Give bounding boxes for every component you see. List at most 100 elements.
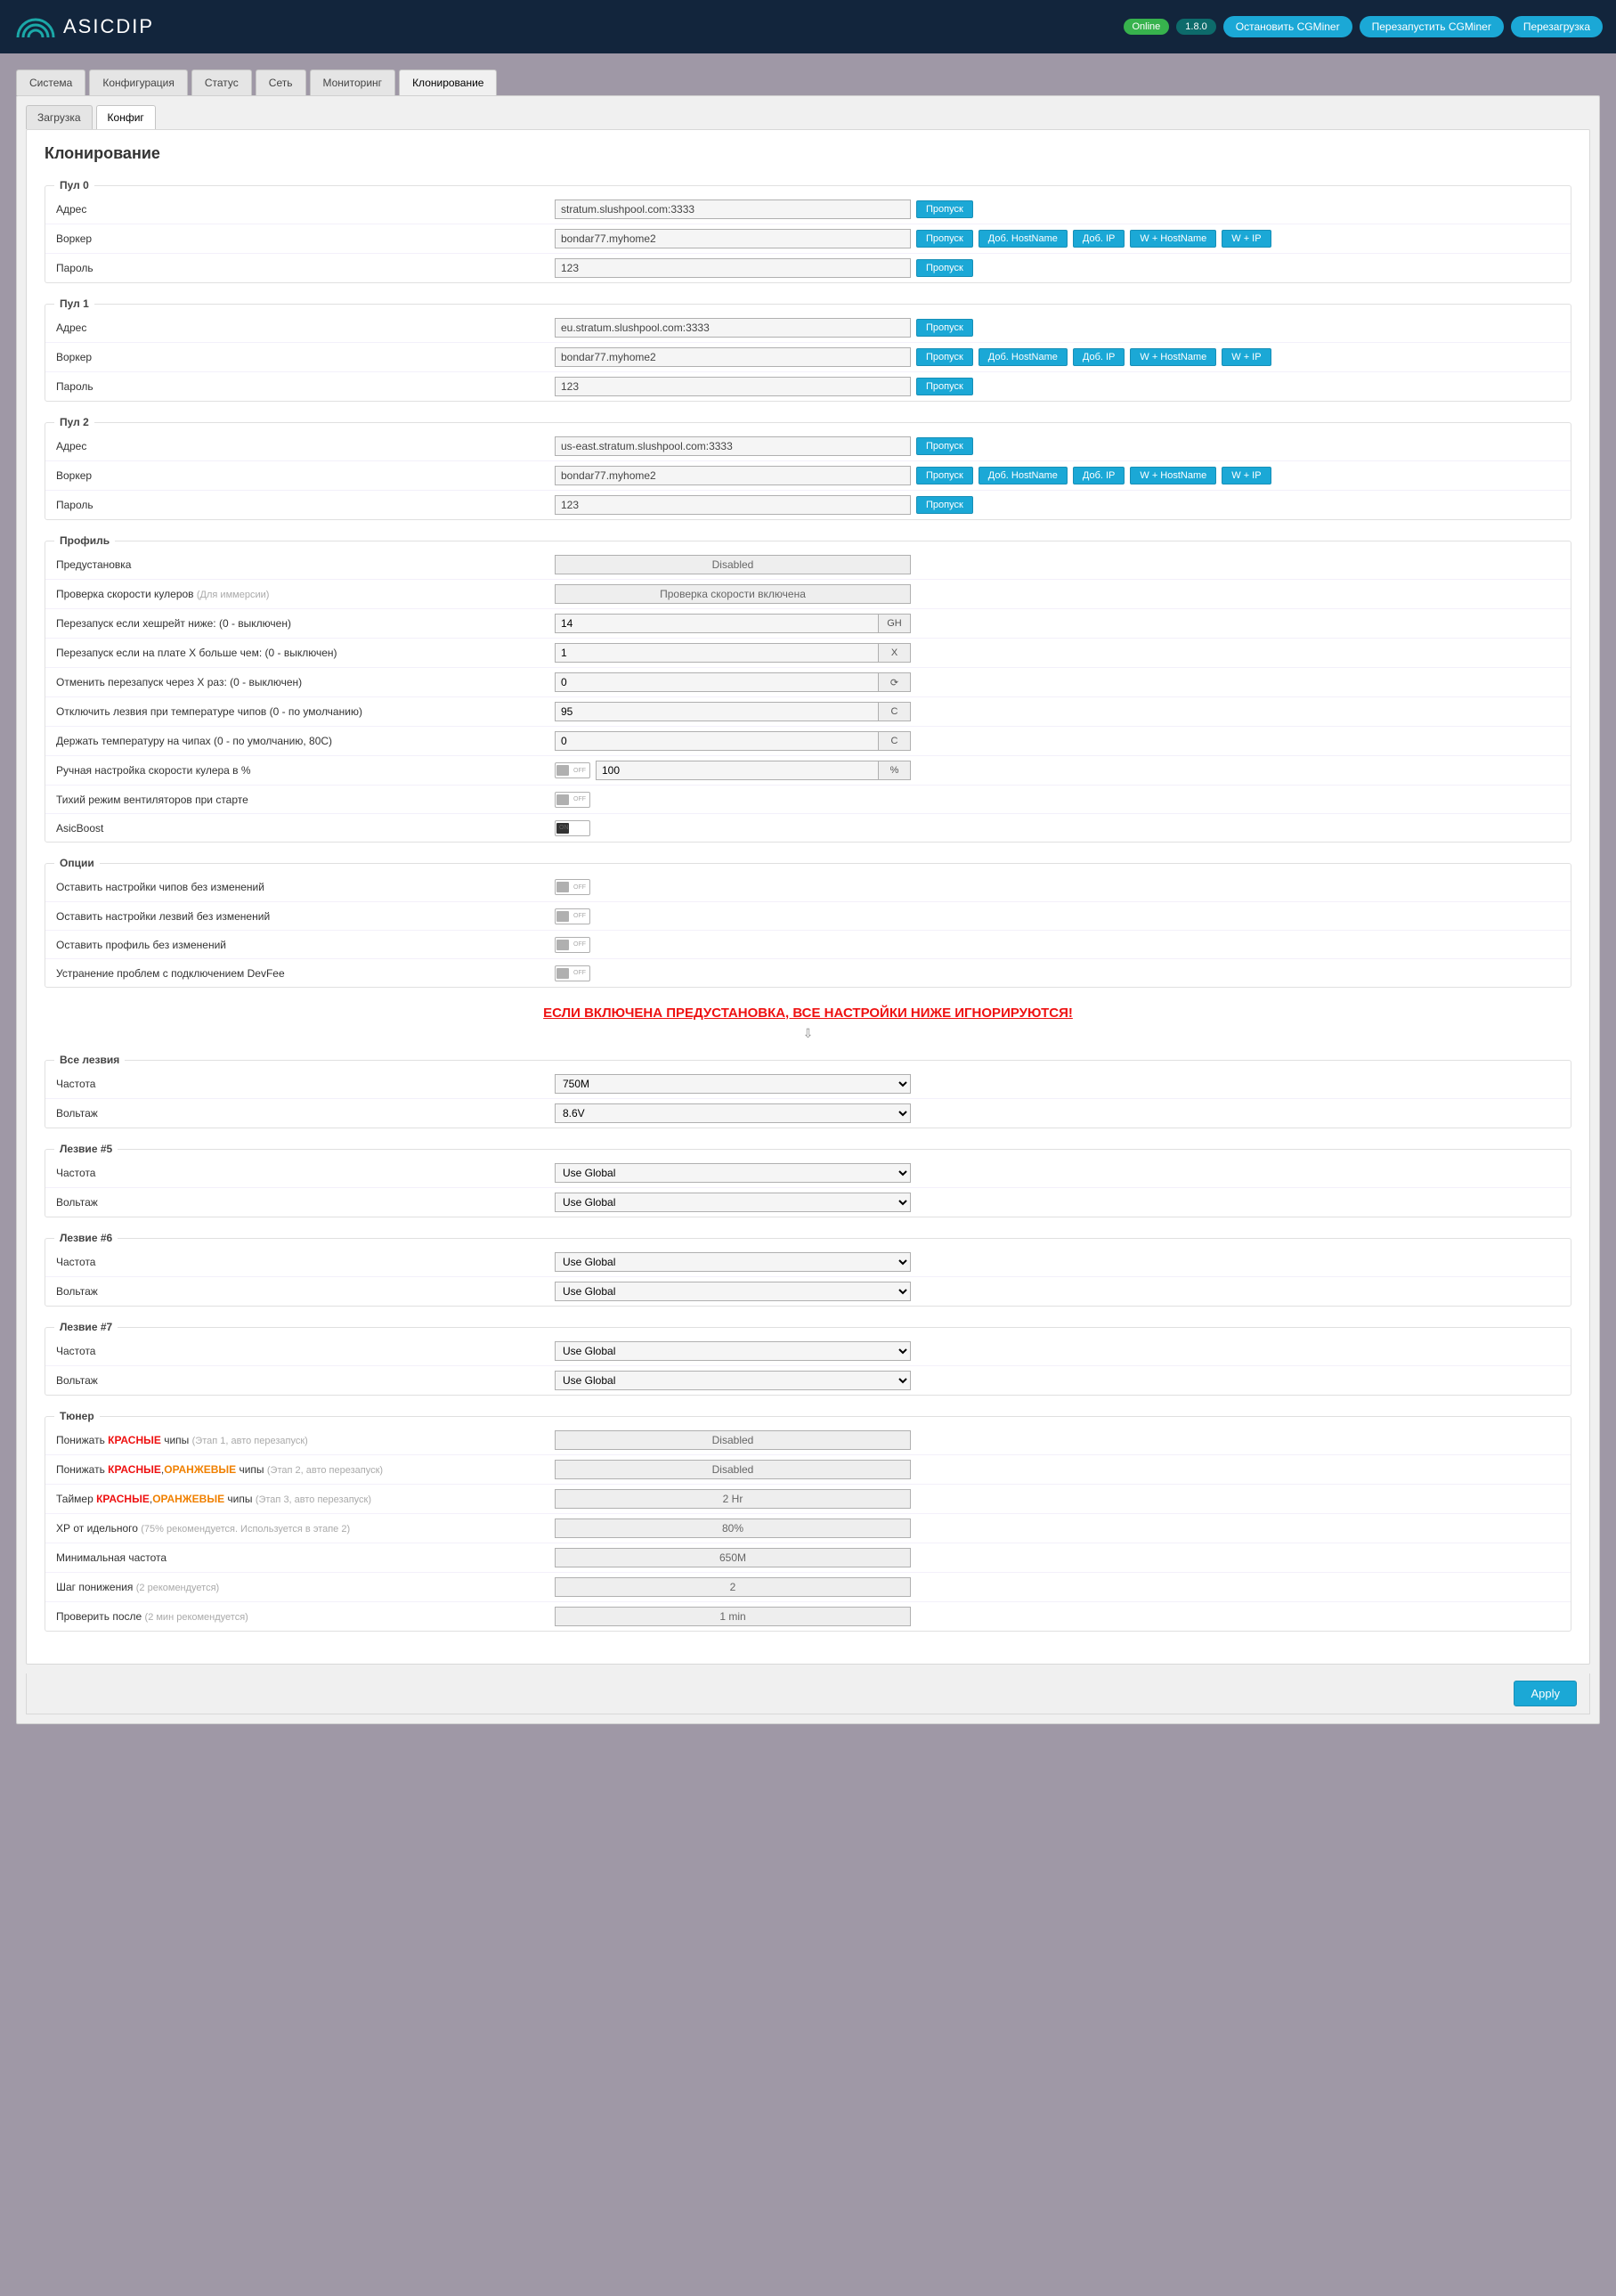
page-title: Клонирование xyxy=(45,144,1571,163)
cancel-restart-input[interactable] xyxy=(555,672,879,692)
all-freq-select[interactable]: 750M xyxy=(555,1074,911,1094)
tuner-timer-value[interactable]: 2 Hr xyxy=(555,1489,911,1509)
restart-hash-input[interactable] xyxy=(555,614,879,633)
pool-2-row-1-btn-4[interactable]: W + IP xyxy=(1222,467,1271,484)
asicboost-toggle[interactable]: ON xyxy=(555,820,590,836)
arrow-down-icon: ⇩ xyxy=(45,1026,1571,1041)
restart-x-input[interactable] xyxy=(555,643,879,663)
blade-2-fieldset: Лезвие #7ЧастотаUse GlobalВольтажUse Glo… xyxy=(45,1321,1571,1396)
chip-temp-label: Держать температуру на чипах (0 - по умо… xyxy=(56,735,555,747)
blade-2-volt-label: Вольтаж xyxy=(56,1374,555,1387)
blade-2-freq-select[interactable]: Use Global xyxy=(555,1341,911,1361)
pool-1-row-2-btn-0[interactable]: Пропуск xyxy=(916,378,973,395)
devfee-toggle[interactable]: OFF xyxy=(555,965,590,981)
primary-tab-1[interactable]: Конфигурация xyxy=(89,69,188,95)
pool-1-row-0-btn-0[interactable]: Пропуск xyxy=(916,319,973,337)
blade-1-freq-label: Частота xyxy=(56,1256,555,1268)
pool-0-row-0-label: Адрес xyxy=(56,203,555,216)
tuner-hr-value[interactable]: 80% xyxy=(555,1518,911,1538)
pool-1-row-1-input[interactable] xyxy=(555,347,911,367)
pool-2-row-2-input[interactable] xyxy=(555,495,911,515)
chip-temp-unit: C xyxy=(879,731,911,751)
apply-button[interactable]: Apply xyxy=(1514,1681,1577,1706)
tuner-minfreq-value[interactable]: 650M xyxy=(555,1548,911,1567)
primary-tab-5[interactable]: Клонирование xyxy=(399,69,497,95)
pool-1-row-0-input[interactable] xyxy=(555,318,911,338)
primary-tab-2[interactable]: Статус xyxy=(191,69,252,95)
pool-0-fieldset: Пул 0АдресПропускВоркерПропускДоб. HostN… xyxy=(45,179,1571,283)
chip-temp-input[interactable] xyxy=(555,731,879,751)
keep-chips-label: Оставить настройки чипов без изменений xyxy=(56,881,555,893)
keep-profile-toggle[interactable]: OFF xyxy=(555,937,590,953)
fan-manual-label: Ручная настройка скорости кулера в % xyxy=(56,764,555,777)
tuner-step2-value[interactable]: Disabled xyxy=(555,1460,911,1479)
pool-0-row-0-input[interactable] xyxy=(555,199,911,219)
blade-2-volt-select[interactable]: Use Global xyxy=(555,1371,911,1390)
pool-0-row-1-btn-4[interactable]: W + IP xyxy=(1222,230,1271,248)
pool-0-row-2-input[interactable] xyxy=(555,258,911,278)
pool-2-row-1-btn-1[interactable]: Доб. HostName xyxy=(979,467,1068,484)
pool-2-row-0-label: Адрес xyxy=(56,440,555,452)
restart-cgminer-button[interactable]: Перезапустить CGMiner xyxy=(1360,16,1504,37)
pool-0-row-1-btn-2[interactable]: Доб. IP xyxy=(1073,230,1125,248)
pool-0-row-1-input[interactable] xyxy=(555,229,911,248)
pool-2-row-0-input[interactable] xyxy=(555,436,911,456)
keep-blades-toggle[interactable]: OFF xyxy=(555,908,590,924)
blade-1-freq-select[interactable]: Use Global xyxy=(555,1252,911,1272)
pool-1-row-1-btn-0[interactable]: Пропуск xyxy=(916,348,973,366)
pool-2-row-2-btn-0[interactable]: Пропуск xyxy=(916,496,973,514)
stop-cgminer-button[interactable]: Остановить CGMiner xyxy=(1223,16,1352,37)
pool-1-row-2-label: Пароль xyxy=(56,380,555,393)
primary-tab-3[interactable]: Сеть xyxy=(256,69,306,95)
secondary-tab-0[interactable]: Загрузка xyxy=(26,105,93,129)
pool-2-row-1-btn-2[interactable]: Доб. IP xyxy=(1073,467,1125,484)
tuner-step1-value[interactable]: Disabled xyxy=(555,1430,911,1450)
pool-0-row-1-btn-1[interactable]: Доб. HostName xyxy=(979,230,1068,248)
blade-off-unit: C xyxy=(879,702,911,721)
fan-manual-unit: % xyxy=(879,761,911,780)
pool-2-row-0-btn-0[interactable]: Пропуск xyxy=(916,437,973,455)
pool-0-row-1-btn-3[interactable]: W + HostName xyxy=(1130,230,1216,248)
primary-tabs: СистемаКонфигурацияСтатусСетьМониторингК… xyxy=(16,69,1600,95)
pool-0-row-2-btn-0[interactable]: Пропуск xyxy=(916,259,973,277)
pool-2-row-1-btn-0[interactable]: Пропуск xyxy=(916,467,973,484)
reboot-button[interactable]: Перезагрузка xyxy=(1511,16,1603,37)
tuner-check-value[interactable]: 1 min xyxy=(555,1607,911,1626)
restart-hash-label: Перезапуск если хешрейт ниже: (0 - выклю… xyxy=(56,617,555,630)
primary-tab-0[interactable]: Система xyxy=(16,69,85,95)
pool-0-row-0-btn-0[interactable]: Пропуск xyxy=(916,200,973,218)
logo-text: ASICDIP xyxy=(63,15,154,38)
pool-0-row-1-btn-0[interactable]: Пропуск xyxy=(916,230,973,248)
pool-1-row-1-btn-1[interactable]: Доб. HostName xyxy=(979,348,1068,366)
fan-manual-toggle[interactable]: OFF xyxy=(555,762,590,778)
pool-1-row-2-input[interactable] xyxy=(555,377,911,396)
pool-2-row-1-input[interactable] xyxy=(555,466,911,485)
blade-1-volt-select[interactable]: Use Global xyxy=(555,1282,911,1301)
refresh-icon[interactable]: ⟳ xyxy=(879,672,911,692)
preset-value[interactable]: Disabled xyxy=(555,555,911,574)
pool-1-row-1-btn-4[interactable]: W + IP xyxy=(1222,348,1271,366)
pool-1-row-1-btn-2[interactable]: Доб. IP xyxy=(1073,348,1125,366)
tuner-step-value[interactable]: 2 xyxy=(555,1577,911,1597)
blade-off-input[interactable] xyxy=(555,702,879,721)
blade-0-freq-label: Частота xyxy=(56,1167,555,1179)
footer-bar: Apply xyxy=(26,1673,1590,1714)
secondary-tab-1[interactable]: Конфиг xyxy=(96,105,156,129)
fan-manual-input[interactable] xyxy=(596,761,879,780)
tuner-legend: Тюнер xyxy=(54,1410,100,1422)
blade-2-legend: Лезвие #7 xyxy=(54,1321,118,1333)
blade-0-freq-select[interactable]: Use Global xyxy=(555,1163,911,1183)
asicboost-label: AsicBoost xyxy=(56,822,555,835)
blade-0-volt-select[interactable]: Use Global xyxy=(555,1193,911,1212)
keep-chips-toggle[interactable]: OFF xyxy=(555,879,590,895)
all-volt-label: Вольтаж xyxy=(56,1107,555,1120)
content: Клонирование Пул 0АдресПропускВоркерПроп… xyxy=(26,129,1590,1665)
quiet-fan-toggle[interactable]: OFF xyxy=(555,792,590,808)
all-volt-select[interactable]: 8.6V xyxy=(555,1103,911,1123)
profile-legend: Профиль xyxy=(54,534,115,547)
pool-2-row-1-btn-3[interactable]: W + HostName xyxy=(1130,467,1216,484)
pool-1-row-1-btn-3[interactable]: W + HostName xyxy=(1130,348,1216,366)
primary-tab-4[interactable]: Мониторинг xyxy=(310,69,396,95)
fancheck-hint: (Для иммерсии) xyxy=(197,590,270,600)
fancheck-value[interactable]: Проверка скорости включена xyxy=(555,584,911,604)
